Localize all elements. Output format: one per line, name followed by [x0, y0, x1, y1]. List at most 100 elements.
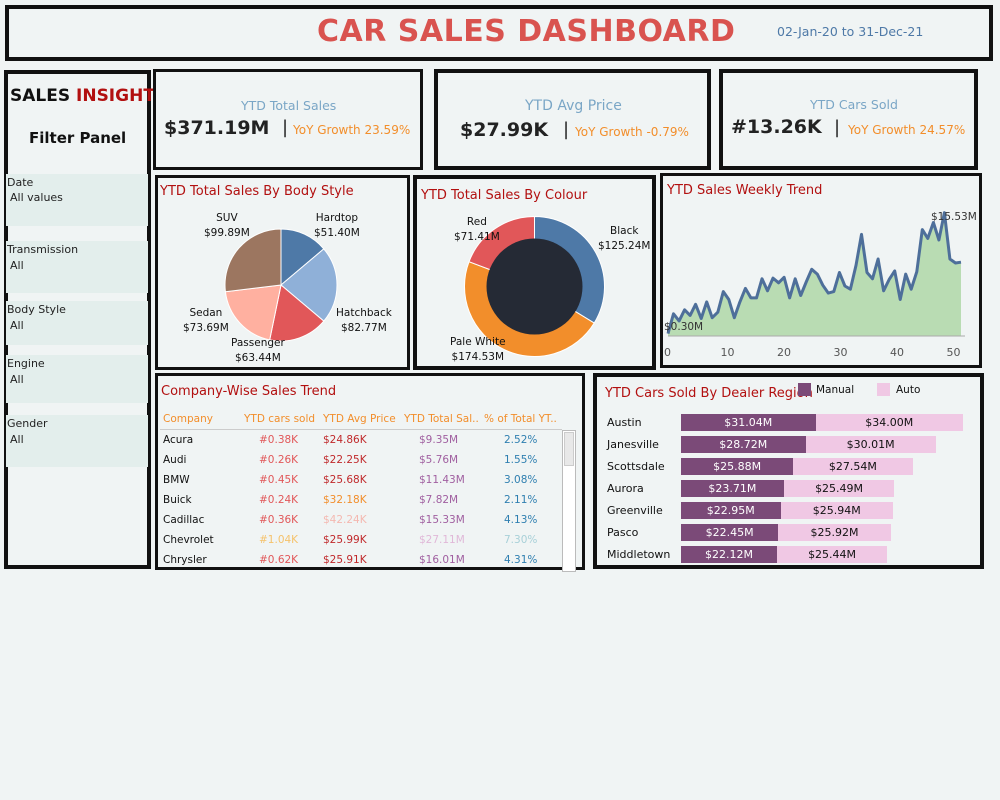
bar-auto[interactable]: $27.54M — [793, 458, 913, 475]
kpi-yoy-growth: YoY Growth 24.57% — [848, 123, 966, 137]
trend-max-label: $15.53M — [931, 211, 977, 223]
bar-manual[interactable]: $25.88M — [681, 458, 794, 475]
cell-total-sales: $7.82M — [419, 494, 459, 506]
slice-name: Sedan — [189, 307, 223, 319]
col-header-company[interactable]: Company — [163, 413, 213, 425]
slice-name: Black — [610, 225, 639, 237]
region-name: Austin — [607, 416, 642, 429]
date-range: 02-Jan-20 to 31-Dec-21 — [777, 24, 924, 39]
slice-value: $73.69M — [183, 322, 229, 334]
table-header-divider — [160, 429, 562, 430]
cell-avg-price: $25.91K — [323, 554, 367, 566]
slice-value: $125.24M — [598, 240, 651, 252]
kpi-label: YTD Avg Price — [525, 98, 622, 114]
region-row[interactable]: Greenville $22.95M $25.94M — [607, 502, 977, 520]
bar-manual[interactable]: $22.12M — [681, 546, 777, 563]
region-name: Janesville — [607, 438, 659, 451]
donut-center — [486, 238, 583, 335]
region-row[interactable]: Scottsdale $25.88M $27.54M — [607, 458, 977, 476]
cell-total-sales: $15.33M — [419, 514, 465, 526]
region-name: Aurora — [607, 482, 644, 495]
filter-gender[interactable]: Gender All — [6, 415, 148, 467]
pie-label-suv: SUV $99.89M — [204, 211, 250, 241]
col-header-total-sales[interactable]: YTD Total Sal.. — [404, 413, 479, 425]
col-header-cars-sold[interactable]: YTD cars sold — [244, 413, 315, 425]
scrollbar-thumb[interactable] — [564, 432, 574, 466]
slice-name: Hatchback — [336, 307, 392, 319]
bar-manual[interactable]: $31.04M — [681, 414, 816, 431]
cell-cars-sold: #1.04K — [259, 534, 299, 546]
cell-pct-total: 1.55% — [504, 454, 538, 466]
filter-panel-title: Filter Panel — [29, 129, 127, 147]
bar-manual[interactable]: $22.45M — [681, 524, 779, 541]
filter-engine[interactable]: Engine All — [6, 355, 148, 403]
legend-swatch-manual — [798, 383, 811, 396]
col-header-avg-price[interactable]: YTD Avg Price — [323, 413, 396, 425]
slice-value: $82.77M — [341, 322, 387, 334]
kpi-label: YTD Total Sales — [241, 98, 337, 113]
table-row[interactable]: Buick #0.24K $32.18K $7.82M 2.11% — [160, 491, 562, 511]
region-row[interactable]: Pasco $22.45M $25.92M — [607, 524, 977, 542]
table-row[interactable]: Acura #0.38K $24.86K $9.35M 2.52% — [160, 431, 562, 451]
region-name: Scottsdale — [607, 460, 665, 473]
region-name: Greenville — [607, 504, 663, 517]
kpi-separator: | — [282, 117, 289, 138]
filter-label: Body Style — [7, 303, 66, 316]
cell-company: Cadillac — [163, 514, 205, 526]
pie-label-hardtop: Hardtop $51.40M — [314, 211, 360, 241]
bar-manual[interactable]: $23.71M — [681, 480, 784, 497]
cell-avg-price: $24.86K — [323, 434, 367, 446]
brand-title-right: INSIGHT — [76, 86, 155, 106]
col-header-pct-total[interactable]: % of Total YT.. — [484, 413, 557, 425]
slice-name: Red — [466, 216, 487, 228]
slice-name: Passenger — [231, 337, 285, 349]
table-row[interactable]: Chevrolet #1.04K $25.99K $27.11M 7.30% — [160, 531, 562, 551]
slice-value: $174.53M — [451, 351, 505, 363]
region-row[interactable]: Janesville $28.72M $30.01M — [607, 436, 977, 454]
filter-value: All — [10, 319, 24, 332]
donut-label-pale-white: Pale White $174.53M — [450, 335, 506, 365]
slice-name: Hardtop — [315, 212, 359, 224]
trend-tick-label: 50 — [946, 346, 961, 359]
filter-label: Engine — [7, 357, 45, 370]
slice-value: $71.41M — [454, 231, 500, 243]
region-row[interactable]: Middletown $22.12M $25.44M — [607, 546, 977, 564]
table-row[interactable]: Chrysler #0.62K $25.91K $16.01M 4.31% — [160, 551, 562, 571]
bar-auto[interactable]: $25.44M — [776, 546, 888, 563]
weekly-trend-title: YTD Sales Weekly Trend — [667, 183, 823, 198]
slice-value: $99.89M — [204, 227, 250, 239]
cell-company: Acura — [163, 434, 194, 446]
kpi-yoy-growth: YoY Growth 23.59% — [293, 123, 411, 137]
filter-body-style[interactable]: Body Style All — [6, 301, 148, 345]
legend-label-manual: Manual — [816, 384, 855, 396]
region-row[interactable]: Aurora $23.71M $25.49M — [607, 480, 977, 498]
cell-company: Audi — [163, 454, 187, 466]
bar-auto[interactable]: $34.00M — [815, 414, 963, 431]
bar-manual[interactable]: $28.72M — [681, 436, 806, 453]
cell-pct-total: 3.08% — [504, 474, 538, 486]
region-row[interactable]: Austin $31.04M $34.00M — [607, 414, 977, 432]
cell-total-sales: $9.35M — [419, 434, 459, 446]
cell-cars-sold: #0.24K — [259, 494, 299, 506]
filter-value: All — [10, 433, 24, 446]
bar-manual[interactable]: $22.95M — [681, 502, 781, 519]
table-row[interactable]: Cadillac #0.36K $42.24K $15.33M 4.13% — [160, 511, 562, 531]
cell-company: BMW — [163, 474, 190, 486]
table-scrollbar[interactable] — [562, 430, 576, 572]
trend-tick-label: 30 — [833, 346, 848, 359]
bar-auto[interactable]: $25.92M — [778, 524, 891, 541]
filter-transmission[interactable]: Transmission All — [6, 241, 148, 293]
table-row[interactable]: BMW #0.45K $25.68K $11.43M 3.08% — [160, 471, 562, 491]
bar-auto[interactable]: $25.94M — [780, 502, 893, 519]
filter-date[interactable]: Date All values — [6, 174, 148, 226]
bar-auto[interactable]: $30.01M — [805, 436, 936, 453]
cell-company: Chrysler — [163, 554, 207, 566]
kpi-separator: | — [563, 119, 570, 140]
table-row[interactable]: Audi #0.26K $22.25K $5.76M 1.55% — [160, 451, 562, 471]
dashboard-title: CAR SALES DASHBOARD — [317, 14, 736, 49]
bar-auto[interactable]: $25.49M — [783, 480, 895, 497]
cell-cars-sold: #0.45K — [259, 474, 299, 486]
colour-title: YTD Total Sales By Colour — [421, 188, 588, 203]
cell-cars-sold: #0.36K — [259, 514, 299, 526]
slice-value: $51.40M — [314, 227, 360, 239]
